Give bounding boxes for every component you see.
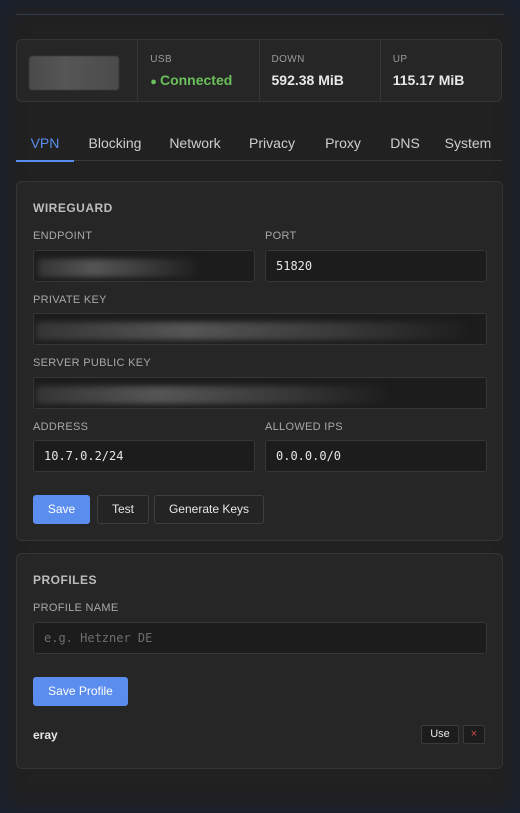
header-divider bbox=[16, 14, 504, 15]
usb-label: USB bbox=[150, 54, 173, 65]
status-card: USB Connected DOWN 592.38 MiB UP 115.17 … bbox=[16, 39, 502, 102]
tab-bar: VPN Blocking Network Privacy Proxy DNS S… bbox=[16, 128, 502, 162]
use-profile-button[interactable]: Use bbox=[421, 725, 459, 744]
up-value: 115.17 MiB bbox=[392, 72, 465, 88]
save-button[interactable]: Save bbox=[33, 495, 90, 524]
tab-blocking[interactable]: Blocking bbox=[74, 128, 156, 160]
allowed-ips-input[interactable]: 0.0.0.0/0 bbox=[265, 440, 487, 472]
profile-name-input[interactable]: e.g. Hetzner DE bbox=[33, 622, 487, 654]
tab-vpn[interactable]: VPN bbox=[16, 128, 74, 162]
delete-profile-button[interactable]: × bbox=[463, 725, 485, 744]
generate-keys-button[interactable]: Generate Keys bbox=[154, 495, 264, 524]
app-window: USB Connected DOWN 592.38 MiB UP 115.17 … bbox=[0, 0, 520, 813]
server-public-key-input[interactable] bbox=[33, 377, 487, 409]
address-input[interactable]: 10.7.0.2/24 bbox=[33, 440, 255, 472]
private-key-input[interactable] bbox=[33, 313, 487, 345]
down-value: 592.38 MiB bbox=[271, 72, 344, 88]
tab-network[interactable]: Network bbox=[156, 128, 234, 160]
wireguard-title: WIREGUARD bbox=[33, 201, 113, 215]
save-profile-button[interactable]: Save Profile bbox=[33, 677, 128, 706]
allowed-ips-label: ALLOWED IPS bbox=[265, 421, 343, 433]
endpoint-input[interactable] bbox=[33, 250, 255, 282]
profiles-title: PROFILES bbox=[33, 573, 98, 587]
up-label: UP bbox=[392, 54, 408, 65]
down-cell: DOWN 592.38 MiB bbox=[258, 40, 380, 101]
profile-name-label: PROFILE NAME bbox=[33, 602, 119, 614]
up-cell: UP 115.17 MiB bbox=[379, 40, 501, 101]
server-public-key-label: SERVER PUBLIC KEY bbox=[33, 357, 151, 369]
tab-privacy[interactable]: Privacy bbox=[234, 128, 310, 160]
port-input[interactable]: 51820 bbox=[265, 250, 487, 282]
wireguard-panel: WIREGUARD ENDPOINT PORT 51820 PRIVATE KE… bbox=[16, 181, 503, 541]
usb-cell: USB Connected bbox=[137, 40, 258, 101]
device-name-redacted bbox=[29, 56, 119, 90]
tab-proxy[interactable]: Proxy bbox=[310, 128, 376, 160]
tab-system[interactable]: System bbox=[434, 128, 502, 160]
tab-dns[interactable]: DNS bbox=[376, 128, 434, 160]
port-label: PORT bbox=[265, 230, 297, 242]
down-label: DOWN bbox=[271, 54, 305, 65]
address-label: ADDRESS bbox=[33, 421, 89, 433]
device-cell bbox=[17, 40, 137, 101]
usb-status-value: Connected bbox=[150, 72, 246, 88]
test-button[interactable]: Test bbox=[97, 495, 149, 524]
private-key-label: PRIVATE KEY bbox=[33, 294, 107, 306]
profile-item-name: eray bbox=[33, 728, 58, 742]
profiles-panel: PROFILES PROFILE NAME e.g. Hetzner DE Sa… bbox=[16, 553, 503, 769]
endpoint-label: ENDPOINT bbox=[33, 230, 93, 242]
